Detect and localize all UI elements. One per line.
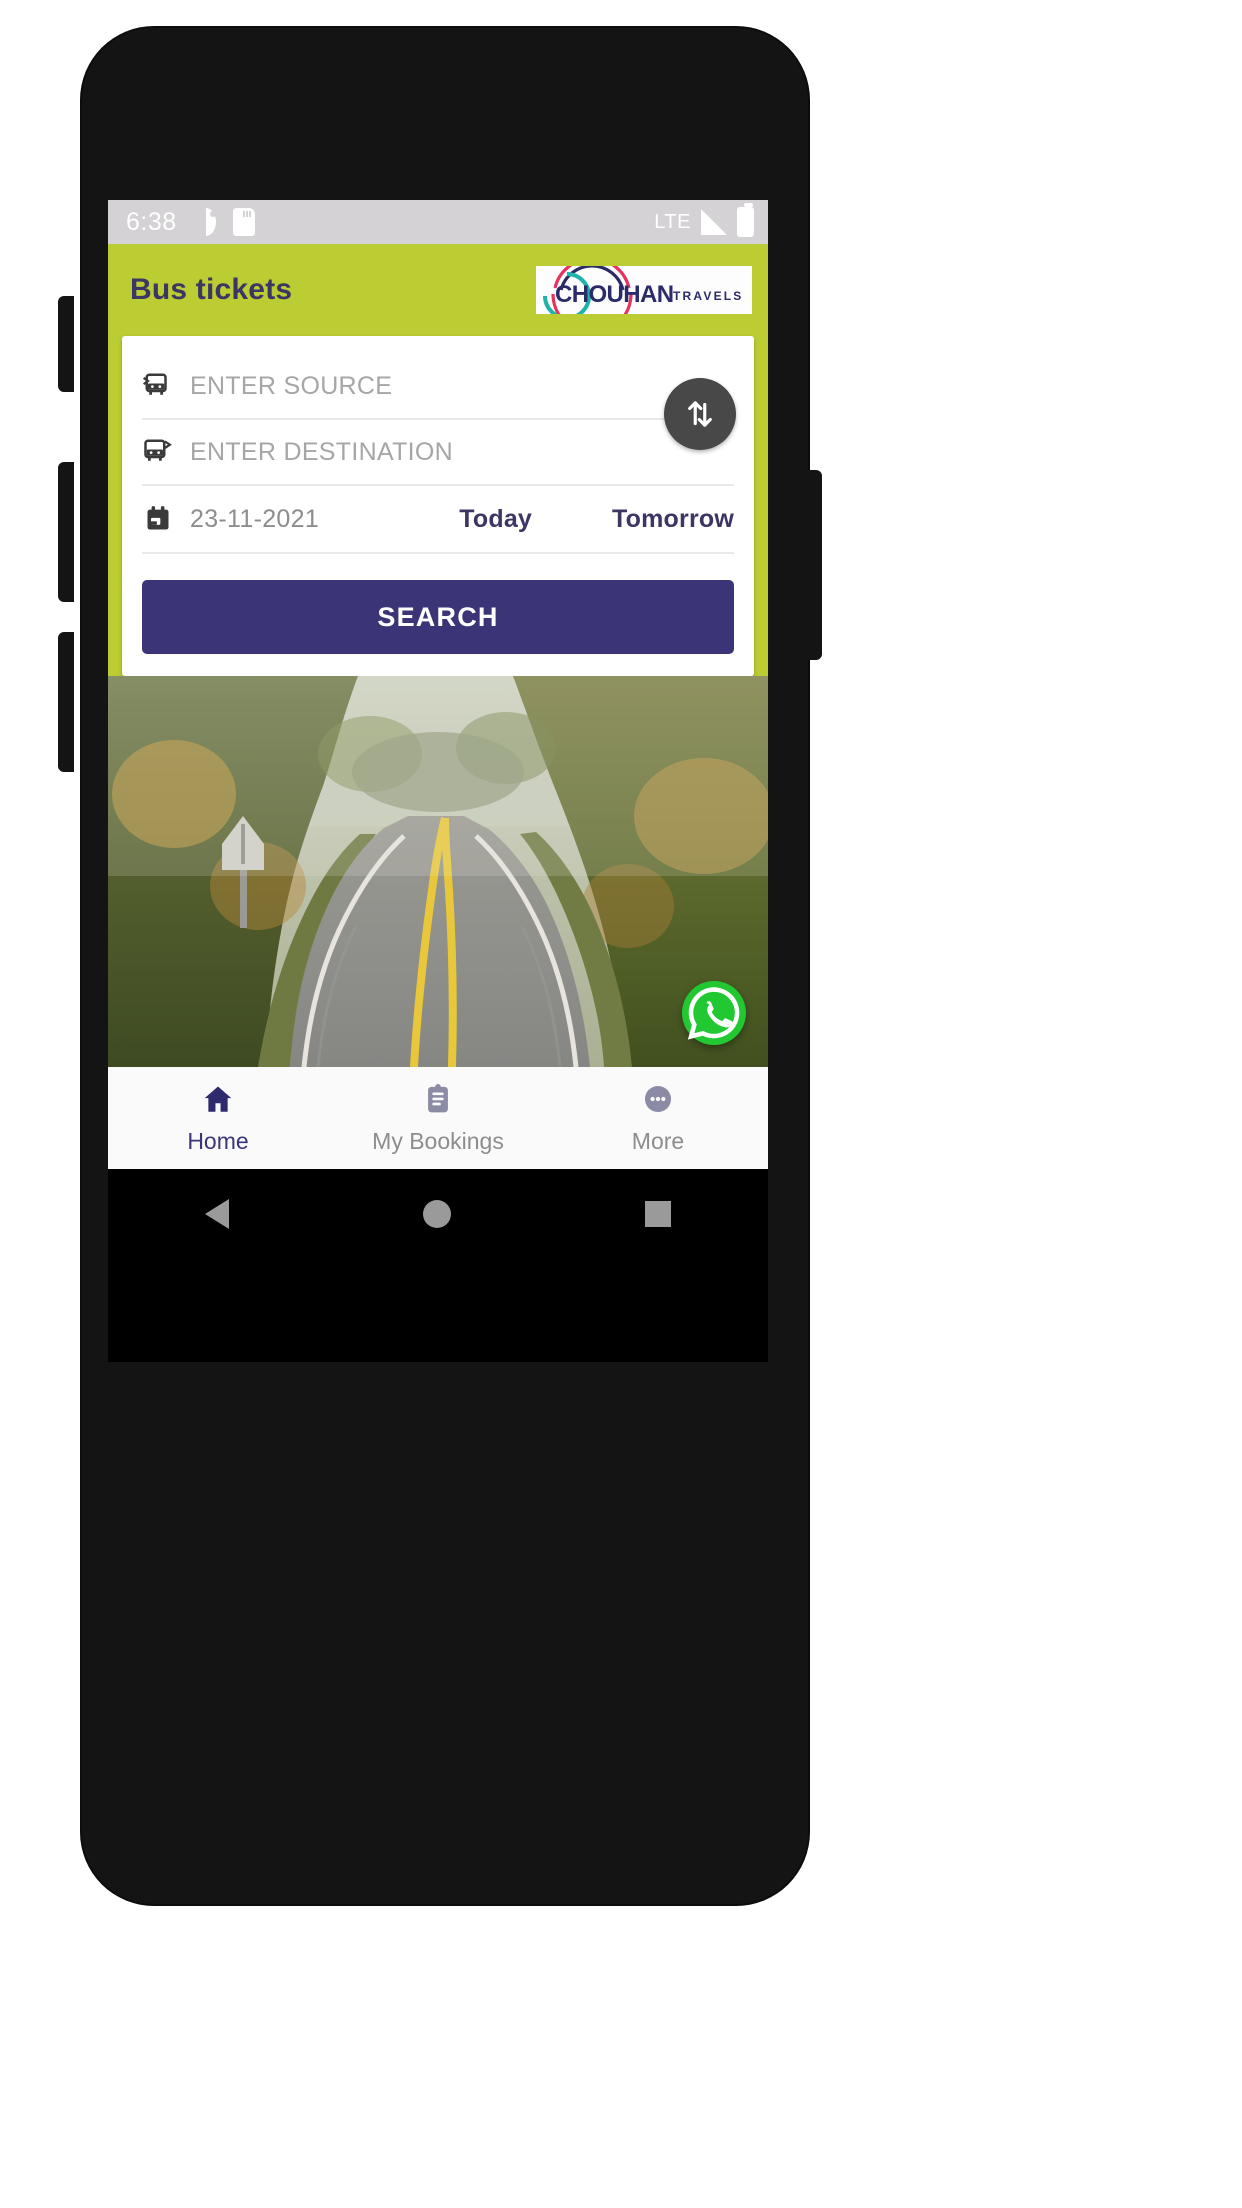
date-value[interactable]: 23-11-2021 bbox=[190, 505, 319, 534]
clipboard-icon bbox=[421, 1082, 455, 1121]
destination-field[interactable]: ENTER DESTINATION bbox=[142, 420, 734, 486]
brand-logo: CHOUHAN TRAVELS bbox=[536, 266, 752, 314]
chouhan-travels-logo-icon: CHOUHAN TRAVELS bbox=[543, 266, 744, 314]
screenshot-root: 6:38 LTE Bus tickets CHOUHAN TRAVELS ENT… bbox=[0, 0, 1242, 2208]
status-bar-notification-icons bbox=[193, 207, 255, 237]
sd-card-icon bbox=[232, 208, 255, 236]
svg-text:TRAVELS: TRAVELS bbox=[673, 289, 744, 303]
phone-screen: 6:38 LTE Bus tickets CHOUHAN TRAVELS ENT… bbox=[108, 200, 768, 1362]
today-button[interactable]: Today bbox=[459, 505, 532, 534]
back-triangle-icon[interactable] bbox=[205, 1199, 229, 1229]
status-bar: 6:38 LTE bbox=[108, 200, 768, 244]
bus-departure-icon bbox=[142, 371, 174, 401]
battery-icon bbox=[737, 203, 754, 237]
status-bar-system-icons: LTE bbox=[654, 203, 754, 237]
page-title: Bus tickets bbox=[130, 273, 293, 306]
svg-text:CHOUHAN: CHOUHAN bbox=[555, 281, 673, 308]
app-bar: Bus tickets CHOUHAN TRAVELS bbox=[108, 244, 768, 336]
hero-image bbox=[108, 676, 768, 1067]
network-type-label: LTE bbox=[654, 210, 691, 233]
source-input-placeholder: ENTER SOURCE bbox=[190, 371, 393, 400]
notification-oval-icon bbox=[193, 207, 219, 237]
nav-item-more[interactable]: More bbox=[548, 1082, 768, 1155]
recents-square-icon[interactable] bbox=[645, 1201, 671, 1227]
nav-item-my-bookings[interactable]: My Bookings bbox=[328, 1082, 548, 1155]
home-circle-icon[interactable] bbox=[423, 1200, 451, 1228]
status-bar-time: 6:38 bbox=[126, 207, 177, 236]
bottom-navigation-bar: Home My Bookings More bbox=[108, 1067, 768, 1169]
calendar-icon bbox=[142, 505, 174, 533]
phone-side-button[interactable] bbox=[58, 296, 74, 392]
swap-vertical-icon bbox=[688, 401, 712, 427]
phone-volume-up-button[interactable] bbox=[58, 462, 74, 602]
date-row: 23-11-2021 Today Tomorrow bbox=[142, 486, 734, 554]
swap-source-destination-button[interactable] bbox=[664, 378, 736, 450]
search-card: ENTER SOURCE ENTER DESTINATION 23-11-202… bbox=[122, 336, 754, 676]
tomorrow-button[interactable]: Tomorrow bbox=[612, 505, 734, 534]
phone-power-button[interactable] bbox=[806, 470, 822, 660]
phone-volume-down-button[interactable] bbox=[58, 632, 74, 772]
home-icon bbox=[201, 1082, 235, 1121]
search-button[interactable]: SEARCH bbox=[142, 580, 734, 654]
highway-forest-illustration bbox=[108, 676, 768, 1067]
bus-arrival-icon bbox=[142, 437, 174, 467]
whatsapp-icon bbox=[687, 987, 740, 1040]
signal-bars-icon bbox=[701, 209, 727, 235]
ellipsis-circle-icon bbox=[641, 1082, 675, 1121]
android-navigation-bar bbox=[108, 1169, 768, 1259]
whatsapp-float-button[interactable] bbox=[682, 981, 746, 1045]
search-section: ENTER SOURCE ENTER DESTINATION 23-11-202… bbox=[108, 336, 768, 676]
nav-item-more-label: More bbox=[631, 1127, 685, 1154]
nav-item-my-bookings-label: My Bookings bbox=[372, 1127, 504, 1154]
nav-item-home[interactable]: Home bbox=[108, 1082, 328, 1155]
source-field[interactable]: ENTER SOURCE bbox=[142, 354, 734, 420]
nav-item-home-label: Home bbox=[187, 1127, 249, 1154]
destination-input-placeholder: ENTER DESTINATION bbox=[190, 437, 453, 466]
